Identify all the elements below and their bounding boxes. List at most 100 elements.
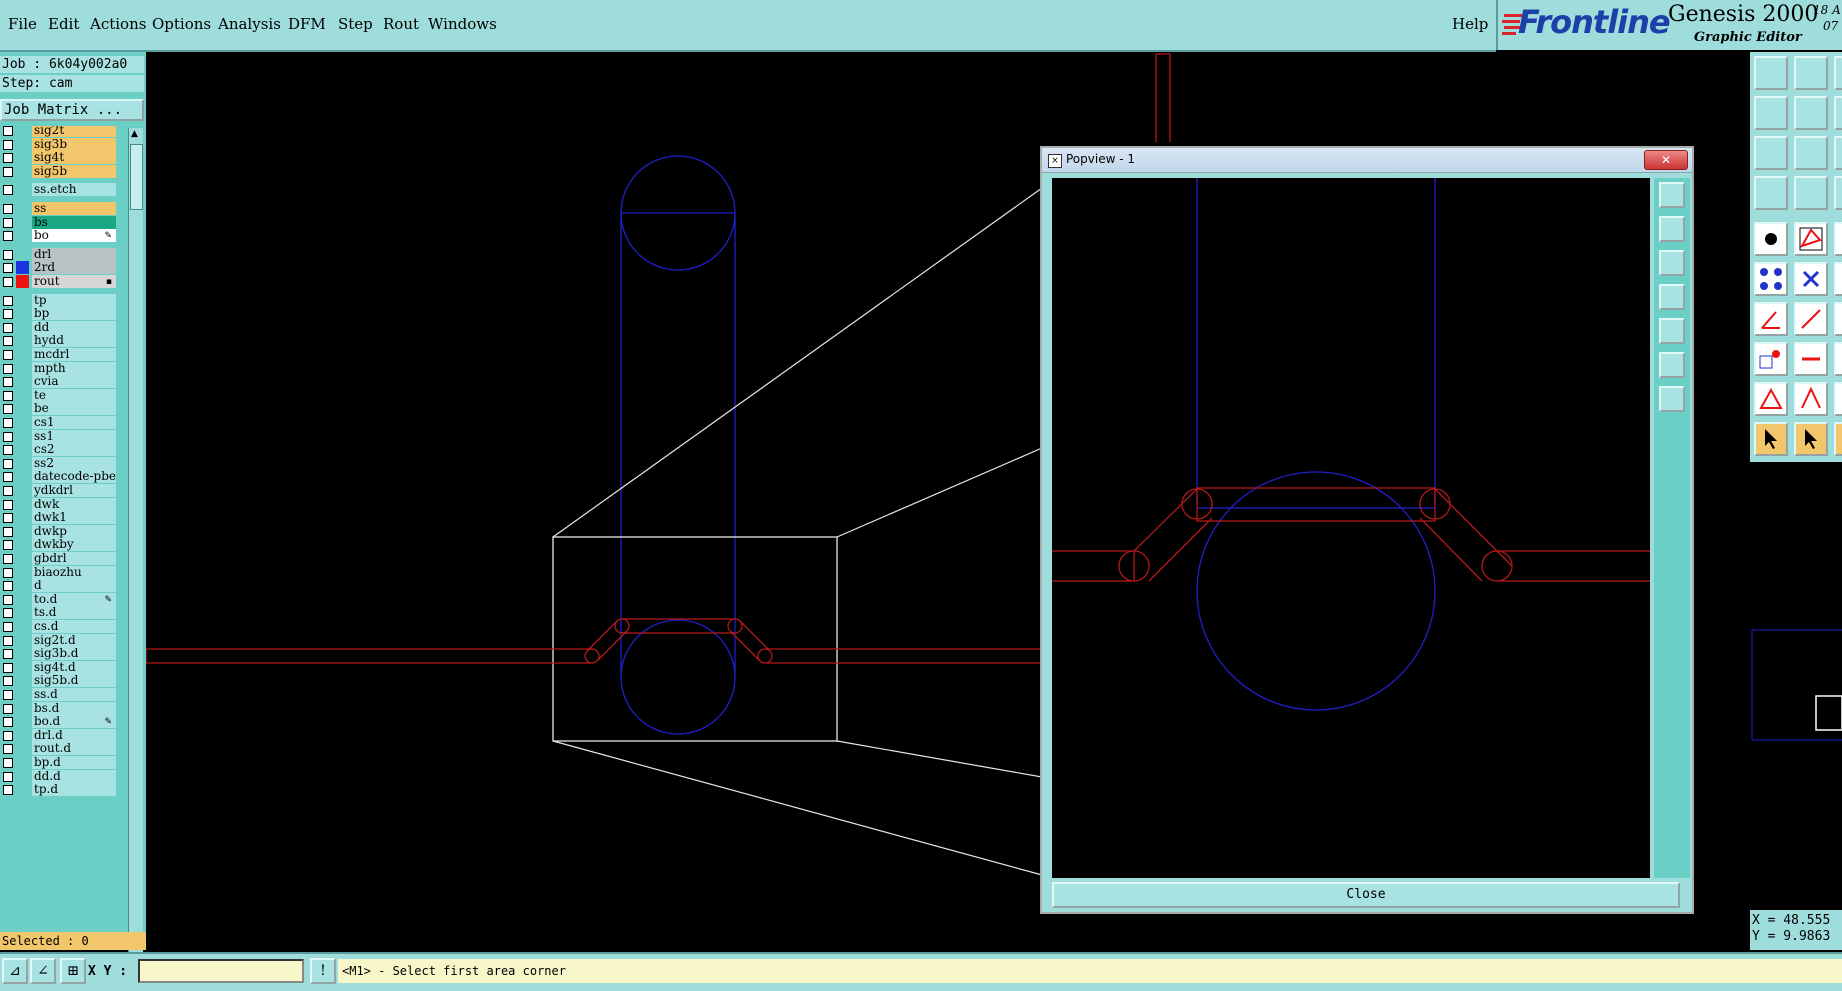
layer-name[interactable]: cs1 <box>32 416 116 429</box>
layer-row[interactable]: bp <box>0 307 118 321</box>
layer-checkbox[interactable] <box>3 717 13 728</box>
pan-right-icon[interactable] <box>1659 318 1685 344</box>
minus-tool-icon[interactable] <box>1794 342 1828 376</box>
layer-row[interactable]: gbdrl <box>0 552 118 566</box>
layer-checkbox[interactable] <box>3 185 13 196</box>
tool-icon[interactable] <box>1834 262 1842 296</box>
layer-name[interactable]: biaozhu <box>32 565 116 579</box>
layer-row[interactable]: dd <box>0 320 118 335</box>
layer-checkbox[interactable] <box>3 486 13 496</box>
layer-name[interactable]: dwk <box>32 497 116 511</box>
layer-checkbox[interactable] <box>3 295 13 306</box>
layer-checkbox[interactable] <box>3 758 13 768</box>
layer-row[interactable]: cs1 <box>0 416 118 430</box>
layer-row[interactable]: dwk1 <box>0 511 118 525</box>
zoom-tool-icon[interactable] <box>1794 136 1828 170</box>
select-tool-icon[interactable] <box>1794 422 1828 456</box>
layer-checkbox[interactable] <box>3 744 13 755</box>
layer-name[interactable]: cs2 <box>32 443 116 457</box>
layer-name[interactable]: dd.d <box>32 769 116 783</box>
pan-up-icon[interactable] <box>1659 216 1685 242</box>
pan-down-tool-icon[interactable] <box>1794 56 1828 90</box>
layer-name[interactable]: sig2t.d <box>32 633 116 647</box>
layer-row[interactable]: ss2 <box>0 456 118 471</box>
layer-checkbox[interactable] <box>3 472 13 483</box>
info-icon[interactable]: ! <box>310 958 336 984</box>
menu-rout[interactable]: Rout <box>383 15 419 33</box>
layer-name[interactable]: drl <box>32 247 116 261</box>
layer-name[interactable]: cs.d <box>32 620 116 633</box>
layer-row[interactable]: rout.d <box>0 742 118 756</box>
tool-icon[interactable] <box>1834 222 1842 256</box>
layer-name[interactable]: hydd <box>32 334 116 348</box>
layer-name[interactable]: datecode-pbe <box>32 470 116 484</box>
layer-checkbox[interactable] <box>3 217 13 228</box>
menu-options[interactable]: Options <box>152 15 211 33</box>
layer-row[interactable]: ss.etch <box>0 183 118 197</box>
layer-row[interactable]: biaozhu <box>0 565 118 580</box>
layer-name[interactable]: bp <box>32 307 116 321</box>
layer-name[interactable]: bo.d ✎ <box>32 715 116 729</box>
xy-input[interactable] <box>138 959 304 983</box>
layer-checkbox[interactable] <box>3 126 13 136</box>
layer-name[interactable]: sig4t.d <box>32 660 116 674</box>
layer-checkbox[interactable] <box>3 404 13 415</box>
layer-name[interactable]: mpth <box>32 361 116 375</box>
line-tool-icon[interactable] <box>1794 302 1828 336</box>
layer-row[interactable]: hydd <box>0 334 118 348</box>
layer-row[interactable]: cs.d <box>0 620 118 634</box>
layer-checkbox[interactable] <box>3 540 13 551</box>
popview-close-button[interactable]: Close <box>1052 882 1680 908</box>
layer-row[interactable]: te <box>0 388 118 403</box>
layer-checkbox[interactable] <box>3 771 13 782</box>
layer-row[interactable]: ss1 <box>0 429 118 444</box>
scroll-thumb[interactable] <box>130 144 143 210</box>
layer-name[interactable]: ydkdrl <box>32 484 116 497</box>
snap-mode-icon[interactable]: ⊿ <box>2 958 28 984</box>
layer-name[interactable]: dwkby <box>32 538 116 552</box>
layer-name[interactable]: sig5b.d <box>32 674 116 688</box>
layer-name[interactable]: d <box>32 579 116 593</box>
pan-right-tool-icon[interactable] <box>1794 96 1828 130</box>
tool-icon[interactable] <box>1834 56 1842 90</box>
layer-row[interactable]: sig5b <box>0 164 118 179</box>
layer-checkbox[interactable] <box>3 249 13 260</box>
layer-name[interactable]: be <box>32 402 116 416</box>
layer-checkbox[interactable] <box>3 377 13 388</box>
layer-checkbox[interactable] <box>3 554 13 564</box>
layer-name[interactable]: ss <box>32 202 116 215</box>
layer-checkbox[interactable] <box>3 785 13 796</box>
layer-name[interactable]: dwk1 <box>32 511 116 525</box>
layer-checkbox[interactable] <box>3 649 13 660</box>
layer-checkbox[interactable] <box>3 690 13 700</box>
layer-row[interactable]: cvia <box>0 375 118 389</box>
tool-icon[interactable] <box>1834 422 1842 456</box>
layer-checkbox[interactable] <box>3 499 13 510</box>
layer-checkbox[interactable] <box>3 445 13 456</box>
layer-checkbox[interactable] <box>3 431 13 442</box>
layer-name[interactable]: rout.d <box>32 742 116 756</box>
layer-name[interactable]: cvia <box>32 375 116 389</box>
tool-icon[interactable] <box>1834 342 1842 376</box>
layer-checkbox[interactable] <box>3 676 13 687</box>
layer-row[interactable]: 2rd <box>0 261 118 275</box>
layer-name[interactable]: dwkp <box>32 524 116 538</box>
layer-checkbox[interactable] <box>3 526 13 537</box>
layer-row[interactable]: dwkp <box>0 524 118 539</box>
layer-row[interactable]: sig3b.d <box>0 647 118 661</box>
menu-dfm[interactable]: DFM <box>288 15 326 33</box>
layer-row[interactable]: tp.d <box>0 783 118 797</box>
pad-tool-icon[interactable] <box>1754 222 1788 256</box>
menu-edit[interactable]: Edit <box>48 15 79 33</box>
tool-icon[interactable] <box>1834 96 1842 130</box>
layer-row[interactable]: d <box>0 579 118 593</box>
layer-row[interactable]: mcdrl <box>0 348 118 362</box>
layer-row[interactable]: drl <box>0 247 118 262</box>
layer-name[interactable]: mcdrl <box>32 348 116 361</box>
layer-row[interactable]: drl.d <box>0 728 118 743</box>
pan-up-tool-icon[interactable] <box>1754 56 1788 90</box>
angle-tool-icon[interactable] <box>1754 302 1788 336</box>
zoom-home-icon[interactable] <box>1659 182 1685 208</box>
layer-row[interactable]: bs <box>0 215 118 230</box>
layer-row[interactable]: sig4t.d <box>0 660 118 675</box>
